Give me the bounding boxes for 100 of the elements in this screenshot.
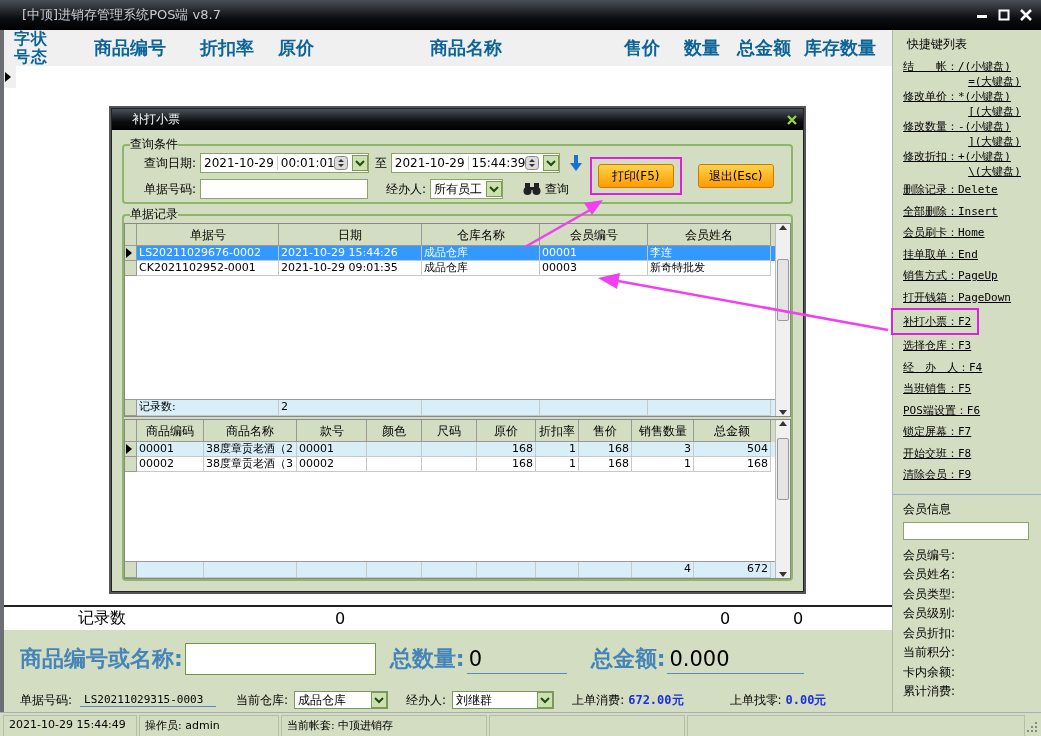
- table-row[interactable]: 00002 38度章贡老酒（3 00002 168 1 168 1 168: [125, 457, 775, 472]
- last-change-value: 0.00元: [785, 691, 827, 709]
- summary-value: 0: [793, 609, 805, 628]
- shortcut-link[interactable]: 锁定屏幕：F7: [903, 424, 972, 440]
- group-title: 查询条件: [130, 136, 178, 153]
- handler-label: 经办人:: [406, 691, 447, 709]
- table-cell: 168: [579, 442, 632, 457]
- action-button[interactable]: 打印(F5): [597, 164, 674, 188]
- shortcut-link[interactable]: 会员刷卡：Home: [903, 225, 985, 241]
- table-cell: 00001: [297, 442, 367, 457]
- bill-number-label: 单据号码:: [144, 180, 197, 198]
- table-cell: 504: [694, 442, 771, 457]
- shortcut-link[interactable]: 开始交班：F8: [903, 445, 972, 461]
- total-amount-field: 0.000: [667, 644, 805, 674]
- handler-select[interactable]: 刘继群: [452, 691, 555, 709]
- shortcut-link[interactable]: 当班销售：F5: [903, 381, 972, 397]
- column-header: 商品编号: [94, 36, 167, 60]
- table-row[interactable]: 00001 38度章贡老酒（2 00001 168 1 168 3 504: [125, 442, 775, 457]
- date-time-picker[interactable]: 2021-10-29 15:44:39: [390, 153, 560, 173]
- member-info-label: 会员姓名:: [903, 566, 956, 583]
- table-cell: 00002: [137, 457, 204, 472]
- footer-cell: 记录数:: [137, 400, 279, 416]
- footer-cell: 4: [632, 562, 694, 578]
- warehouse-select[interactable]: 成品仓库: [294, 691, 389, 709]
- table-cell: 新奇特批发: [648, 261, 771, 276]
- status-cell: 当前帐套: 中顶进销存: [281, 715, 487, 736]
- member-info-label: 当前积分:: [903, 644, 956, 661]
- member-info-label: 会员级别:: [903, 605, 956, 622]
- shortcut-link[interactable]: 删除记录：Delete: [903, 182, 998, 198]
- table-cell: 3: [632, 442, 694, 457]
- column-header: 售价: [624, 36, 661, 60]
- group-title: 单据记录: [130, 206, 178, 223]
- sidebar-title: 快捷键列表: [907, 36, 967, 53]
- summary-label: 记录数: [78, 608, 127, 629]
- column-header: 折扣率: [200, 36, 255, 60]
- table-cell: 00001: [540, 246, 648, 261]
- shortcut-link[interactable]: POS端设置：F6: [903, 402, 981, 418]
- summary-value: 0: [335, 609, 347, 628]
- shortcut-link[interactable]: 修改折扣：+(小键盘): [903, 149, 1021, 164]
- member-info-label: 卡内余额:: [903, 663, 956, 681]
- shortcut-link[interactable]: \(大键盘): [903, 164, 1021, 179]
- table-row[interactable]: CK2021102952-0001 2021-10-29 09:01:35 成品仓库 00003 新奇特批发: [125, 261, 775, 276]
- shortcut-link[interactable]: =(大键盘): [903, 74, 1021, 89]
- shortcut-link[interactable]: 打开钱箱：PageDown: [903, 289, 1011, 305]
- table-cell: 成品仓库: [422, 246, 540, 261]
- date-time-picker[interactable]: 2021-10-29 00:01:01: [200, 153, 369, 173]
- table-cell: CK2021102952-0001: [137, 261, 279, 276]
- table-cell: 成品仓库: [422, 261, 540, 276]
- shortcut-link[interactable]: 结 帐：/(小键盘): [903, 59, 1021, 74]
- shortcut-link[interactable]: ](大键盘): [903, 134, 1021, 149]
- total-amount-label: 总金额:: [590, 645, 666, 673]
- member-info-label: 会员类型:: [903, 585, 956, 603]
- footer-cell: 672: [694, 562, 771, 578]
- member-info-label: 会员折扣:: [903, 624, 956, 642]
- status-cell: 2021-10-29 15:44:49: [3, 715, 137, 736]
- shortcut-link[interactable]: 修改单价：*(小键盘): [903, 89, 1021, 104]
- shortcut-link[interactable]: 经 办 人：F4: [903, 359, 983, 375]
- column-header: 原价: [278, 36, 315, 60]
- table-cell: 168: [579, 457, 632, 472]
- table-cell: 168: [477, 442, 536, 457]
- range-label: 至: [374, 154, 387, 172]
- table-cell: 168: [694, 457, 771, 472]
- member-info-label: 累计消费:: [903, 683, 956, 700]
- table-cell: 1: [536, 442, 579, 457]
- search-label: 商品编号或名称:: [20, 645, 183, 673]
- handler-label: 经办人:: [386, 180, 427, 198]
- search-button[interactable]: 查询: [523, 180, 570, 198]
- table-cell: 38度章贡老酒（3: [204, 457, 297, 472]
- table-cell: 2021-10-29 09:01:35: [279, 261, 422, 276]
- table-cell: 00001: [137, 442, 204, 457]
- column-header: 商品名称: [430, 36, 503, 60]
- total-quantity-label: 总数量:: [389, 645, 465, 673]
- shortcut-link[interactable]: 选择仓库：F3: [903, 338, 972, 354]
- last-spend-value: 672.00元: [628, 691, 684, 709]
- bill-number-label: 单据号码:: [20, 691, 73, 709]
- action-button[interactable]: 退出(Esc): [697, 164, 774, 188]
- column-header: 状态: [31, 30, 47, 66]
- shortcut-link[interactable]: 销售方式：PageUp: [903, 268, 998, 284]
- window-title: [中顶]进销存管理系统POS端 v8.7: [22, 6, 222, 24]
- column-header: 库存数量: [804, 36, 877, 60]
- shortcut-link[interactable]: 清除会员：F9: [903, 467, 972, 483]
- summary-value: 0: [720, 609, 732, 628]
- table-cell: 168: [477, 457, 536, 472]
- status-cell: 操作员: admin: [139, 715, 279, 736]
- shortcut-link[interactable]: 修改数量：-(小键盘): [903, 119, 1021, 134]
- footer-cell: 2: [279, 400, 422, 416]
- table-cell: 李连: [648, 246, 771, 261]
- column-header: 总金额: [737, 36, 792, 60]
- shortcut-link[interactable]: 全部删除：Insert: [903, 203, 998, 219]
- shortcut-link[interactable]: 补打小票：F2: [903, 315, 972, 328]
- bill-number-field: LS20211029315-0003: [80, 693, 217, 707]
- last-spend-label: 上单消费:: [572, 691, 625, 709]
- shortcut-link[interactable]: [(大键盘): [903, 104, 1021, 119]
- table-cell: 1: [536, 457, 579, 472]
- column-header: 数量: [684, 36, 721, 60]
- shortcut-link[interactable]: 挂单取单：End: [903, 246, 978, 262]
- handler-select[interactable]: 所有员工: [430, 179, 504, 199]
- table-cell: 2021-10-29 15:44:26: [279, 246, 422, 261]
- total-quantity-field: 0: [466, 644, 567, 674]
- dialog-title: 补打小票: [132, 111, 180, 128]
